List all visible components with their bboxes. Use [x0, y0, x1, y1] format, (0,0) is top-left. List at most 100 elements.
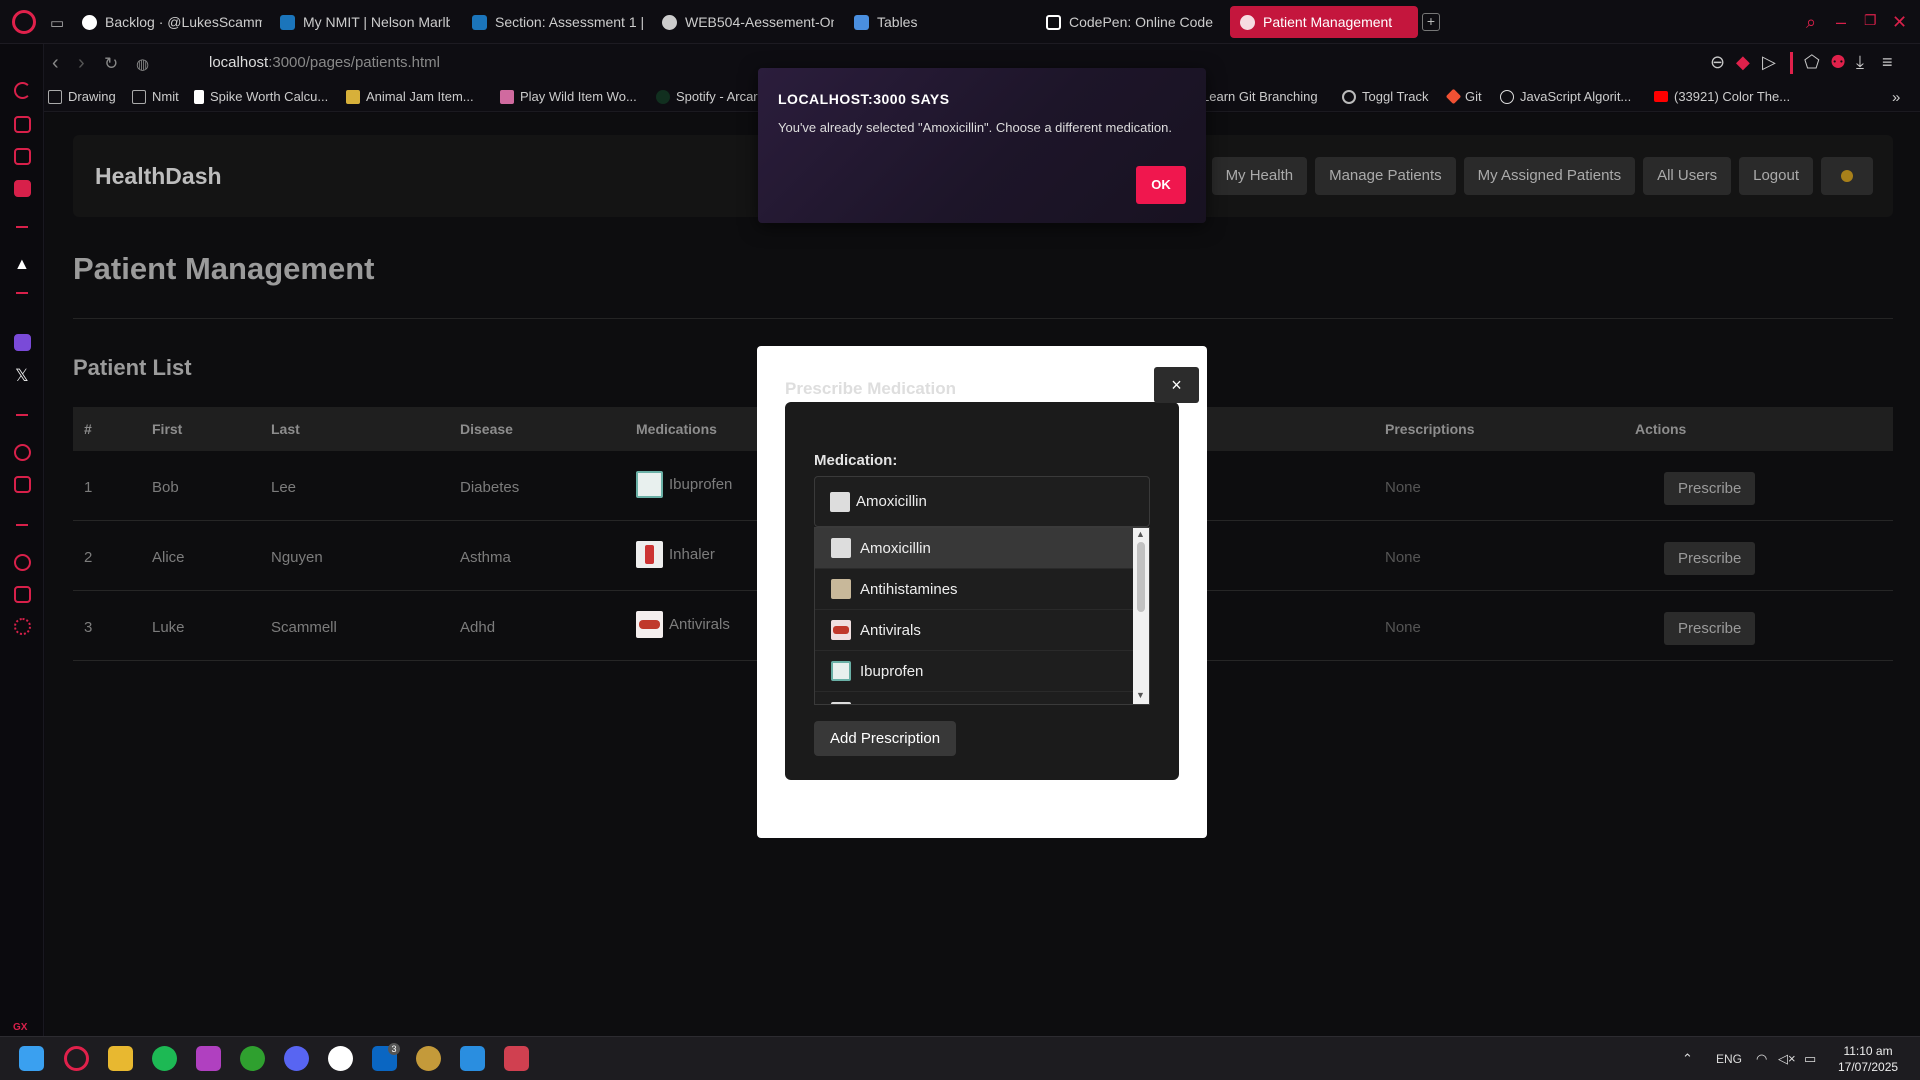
spotify-app-icon[interactable] [152, 1046, 177, 1071]
tab-backlog[interactable]: Backlog · @LukesScamm [72, 6, 262, 38]
gx-control-icon[interactable] [14, 82, 31, 99]
bookmark-nmit[interactable]: Nmit [132, 89, 179, 104]
tab-mynmit[interactable]: My NMIT | Nelson Marlbo [270, 6, 450, 38]
dropdown-scrollbar[interactable]: ▲ ▼ [1133, 528, 1149, 704]
prescribe-button[interactable]: Prescribe [1664, 612, 1756, 645]
nav-all-users[interactable]: All Users [1643, 157, 1732, 195]
scroll-down-icon[interactable]: ▼ [1136, 690, 1145, 700]
opera-gx-menu-icon[interactable] [12, 10, 36, 34]
bookmark-animal-jam[interactable]: Animal Jam Item... [346, 89, 474, 104]
flow-icon[interactable]: ▷ [1762, 52, 1776, 73]
tab-tables[interactable]: Tables [844, 6, 964, 38]
language-indicator[interactable]: ENG [1716, 1052, 1742, 1066]
extensions-sidebar-icon[interactable] [14, 586, 31, 603]
col-prescriptions: Prescriptions [1385, 421, 1475, 437]
nav-my-assigned-patients[interactable]: My Assigned Patients [1463, 157, 1636, 195]
minimize-icon[interactable]: ‒ [1836, 12, 1846, 33]
nav-manage-patients[interactable]: Manage Patients [1315, 157, 1456, 195]
scroll-up-icon[interactable]: ▲ [1136, 529, 1145, 539]
reload-icon[interactable]: ↻ [104, 54, 118, 74]
volume-muted-icon[interactable]: ◁× [1778, 1051, 1796, 1067]
x-twitter-icon[interactable]: 𝕏 [15, 366, 29, 386]
option-ibuprofen[interactable]: Ibuprofen [815, 651, 1133, 692]
add-prescription-button[interactable]: Add Prescription [814, 721, 957, 756]
option-partial[interactable] [815, 692, 1133, 704]
gx-corner-icon[interactable] [14, 116, 31, 133]
download-icon[interactable]: ⤓ [1856, 52, 1864, 73]
option-antivirals[interactable]: Antivirals [815, 610, 1133, 651]
vscode-app-icon[interactable] [460, 1046, 485, 1071]
history-icon[interactable] [14, 554, 31, 571]
opera-gx-app-icon[interactable] [64, 1046, 89, 1071]
col-first: First [152, 421, 183, 437]
aria-icon[interactable]: ▲ [14, 256, 30, 274]
forward-icon[interactable]: › [78, 52, 85, 75]
extensions-icon[interactable]: ⬠ [1804, 52, 1820, 73]
twitch-icon[interactable] [14, 334, 31, 351]
gmail-icon[interactable] [14, 180, 31, 197]
nav-my-health[interactable]: My Health [1211, 157, 1308, 195]
tab-patient-management[interactable]: Patient Management [1230, 6, 1418, 38]
brand-logo[interactable]: HealthDash [95, 163, 222, 190]
instagram-app-icon[interactable] [196, 1046, 221, 1071]
scroll-thumb[interactable] [1137, 542, 1145, 612]
snipping-tool-icon[interactable] [504, 1046, 529, 1071]
tab-web504[interactable]: WEB504-Aessement-One [652, 6, 834, 38]
tab-codepen[interactable]: CodePen: Online Code Ed [1036, 6, 1216, 38]
bookmark-play-wild[interactable]: Play Wild Item Wo... [500, 89, 637, 104]
clock[interactable]: 11:10 am 17/07/2025 [1838, 1043, 1898, 1075]
wifi-icon[interactable]: ◠ [1756, 1051, 1767, 1067]
theme-toggle-button[interactable] [1821, 157, 1873, 195]
profile-icon[interactable]: ⚉ [1830, 52, 1846, 73]
medication-label: Medication: [814, 452, 898, 469]
pocket-icon[interactable]: ◆ [1736, 52, 1750, 73]
site-info-icon[interactable]: ◍ [136, 55, 149, 73]
bookmark-git[interactable]: Git [1445, 88, 1482, 105]
windows-start-icon[interactable] [19, 1046, 44, 1071]
bookmark-js-algorithms[interactable]: JavaScript Algorit... [1500, 89, 1631, 104]
alert-ok-button[interactable]: OK [1136, 166, 1186, 204]
battery-icon[interactable]: ▭ [1804, 1051, 1816, 1067]
nav-logout[interactable]: Logout [1739, 157, 1813, 195]
close-modal-button[interactable]: × [1154, 367, 1199, 403]
bookmark-spotify[interactable]: Spotify - Arcar [656, 89, 758, 104]
zoom-icon[interactable]: ⊖ [1710, 52, 1725, 73]
gx-stream-icon[interactable] [14, 148, 31, 165]
option-antihistamines[interactable]: Antihistamines [815, 569, 1133, 610]
tab-section[interactable]: Section: Assessment 1 | W [462, 6, 644, 38]
bookmark-git-branching[interactable]: Learn Git Branching [1202, 89, 1318, 104]
section-title: Patient List [73, 355, 192, 380]
bookmark-youtube[interactable]: (33921) Color The... [1654, 89, 1790, 104]
prescribe-button[interactable]: Prescribe [1664, 542, 1756, 575]
option-amoxicillin[interactable]: Amoxicillin [815, 528, 1133, 569]
bookmark-drawing[interactable]: Drawing [48, 89, 116, 104]
mongodb-compass-icon[interactable] [328, 1046, 353, 1071]
bookmark-spike[interactable]: Spike Worth Calcu... [194, 89, 328, 104]
cell-prescriptions: None [1385, 619, 1421, 636]
player-icon[interactable] [14, 444, 31, 461]
url-field[interactable]: localhost:3000/pages/patients.html [209, 54, 440, 71]
git-icon [1445, 88, 1462, 105]
tray-overflow-icon[interactable]: ⌃ [1682, 1051, 1693, 1067]
discord-app-icon[interactable] [284, 1046, 309, 1071]
prescribe-form: Medication: Amoxicillin Amoxicillin Anti… [785, 402, 1179, 780]
medication-select[interactable]: Amoxicillin [814, 476, 1150, 527]
settings-icon[interactable] [14, 618, 31, 635]
wallet-icon[interactable] [14, 476, 31, 493]
prescribe-button[interactable]: Prescribe [1664, 472, 1756, 505]
trophy-icon [346, 89, 360, 104]
restore-icon[interactable]: ❐ [1864, 12, 1877, 29]
xbox-app-icon[interactable] [240, 1046, 265, 1071]
new-tab-button[interactable]: + [1422, 13, 1440, 31]
tab-switcher-icon[interactable]: ▭ [50, 14, 64, 32]
more-bookmarks-icon[interactable]: » [1892, 89, 1900, 106]
cell-last: Lee [271, 479, 297, 496]
menu-icon[interactable]: ≡ [1882, 52, 1893, 73]
search-tabs-icon[interactable]: ⌕ [1806, 12, 1816, 33]
file-explorer-icon[interactable] [108, 1046, 133, 1071]
close-window-icon[interactable]: ✕ [1892, 12, 1907, 33]
back-icon[interactable]: ‹ [52, 52, 59, 75]
league-app-icon[interactable] [416, 1046, 441, 1071]
ibuprofen-thumbnail [636, 471, 663, 498]
bookmark-toggl[interactable]: Toggl Track [1342, 89, 1428, 104]
